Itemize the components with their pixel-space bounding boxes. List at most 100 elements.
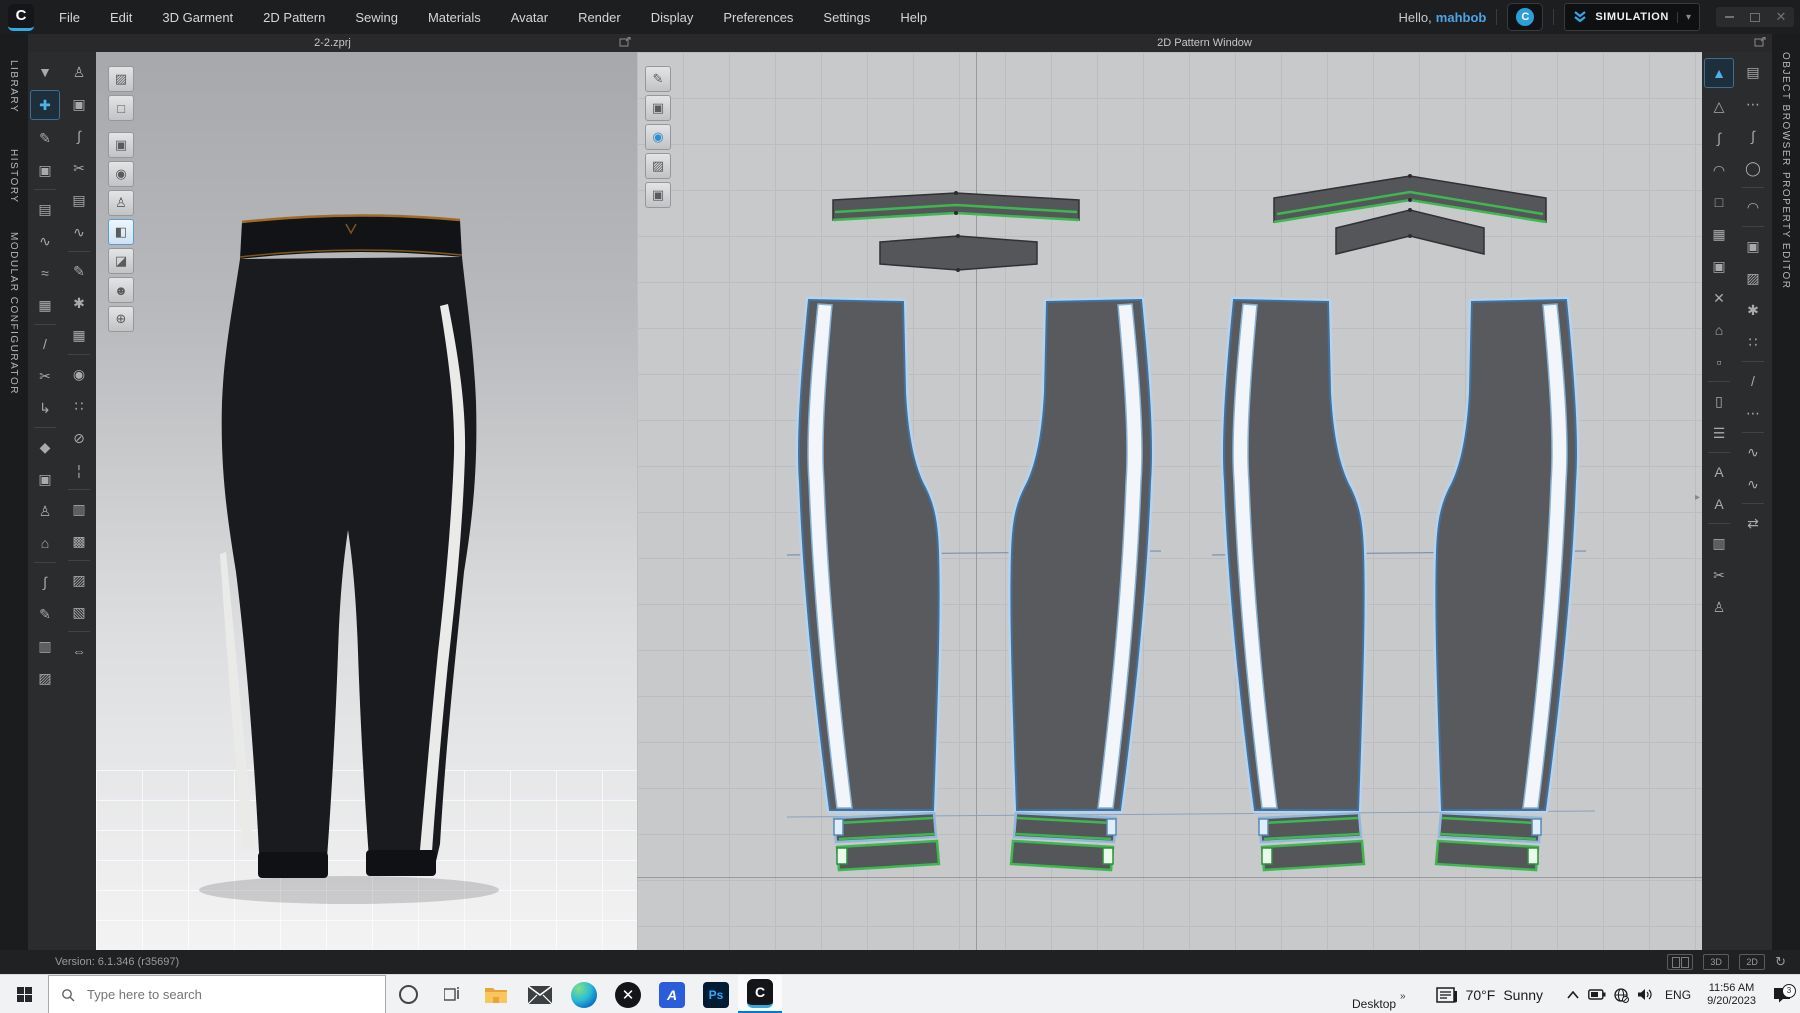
menu-item-3d-garment[interactable]: 3D Garment	[147, 0, 248, 34]
show-fabric-pile-toggle[interactable]: ▨	[108, 66, 134, 92]
search-input[interactable]	[85, 986, 329, 1003]
small-rect-tool[interactable]: ▫	[1705, 348, 1733, 376]
curve-cut-tool[interactable]: ∿	[65, 218, 93, 246]
file-explorer-button[interactable]	[474, 975, 518, 1013]
drape-garment-tool[interactable]: ▣	[31, 156, 59, 184]
sync-refresh-button[interactable]: ↻	[1775, 954, 1786, 970]
search-sew-tool[interactable]: ◯	[1739, 154, 1767, 182]
dart-cross-tool[interactable]: ✕	[1705, 284, 1733, 312]
task-view-button[interactable]	[430, 975, 474, 1013]
show-style-sphere-toggle[interactable]: ◉	[108, 161, 134, 187]
pattern-group-front[interactable]	[787, 191, 1161, 870]
pattern-2d-canvas[interactable]: ✎▣◉▨▣ ▸	[637, 52, 1702, 950]
segment-dots-tool[interactable]: ⋯	[1739, 90, 1767, 118]
pattern-2d-title-bar[interactable]: 2D Pattern Window	[637, 34, 1772, 52]
diagonal-pen-tool[interactable]: ✎	[31, 600, 59, 628]
viewport-3d-title-bar[interactable]: 2-2.zprj	[28, 34, 637, 52]
menu-item-avatar[interactable]: Avatar	[496, 0, 563, 34]
username[interactable]: mahbob	[1436, 10, 1487, 25]
menu-item-display[interactable]: Display	[636, 0, 709, 34]
restore-button[interactable]	[1742, 7, 1768, 27]
iron-press-tool[interactable]: ◠	[1739, 193, 1767, 221]
segment-sewing-tool[interactable]: ∿	[31, 227, 59, 255]
edit-pattern-pen-tool[interactable]: ✎	[645, 66, 671, 92]
trim-scissors-tool[interactable]: ✂	[31, 362, 59, 390]
show-avatar-skin-toggle[interactable]: ☻	[108, 277, 134, 303]
close-button[interactable]: ✕	[1768, 7, 1794, 27]
xbox-button[interactable]: ✕	[606, 975, 650, 1013]
simulate-tool[interactable]: ▼	[31, 58, 59, 86]
sewing-edit-tool[interactable]: ▦	[31, 291, 59, 319]
pattern-information-tool[interactable]: ◉	[645, 124, 671, 150]
show-fabric-mesh-toggle[interactable]: ◪	[108, 248, 134, 274]
menu-item-2d-pattern[interactable]: 2D Pattern	[248, 0, 340, 34]
free-sewing-tool[interactable]: ≈	[31, 259, 59, 287]
zigzag-small-tool[interactable]: ∿	[1739, 438, 1767, 466]
taskbar-clock[interactable]: 11:56 AM 9/20/2023	[1699, 982, 1764, 1008]
pattern-group-back[interactable]	[1212, 174, 1586, 870]
button-tool[interactable]: ◉	[65, 360, 93, 388]
tab-library[interactable]: LIBRARY	[8, 60, 19, 113]
menu-item-render[interactable]: Render	[563, 0, 636, 34]
ruler-vertical-tool[interactable]: ▯	[1705, 387, 1733, 415]
app-a-button[interactable]: A	[650, 975, 694, 1013]
action-center-button[interactable]: 3	[1764, 987, 1800, 1003]
waistband-front-inner[interactable]	[880, 234, 1037, 272]
buttons-grid-tool[interactable]: ∷	[1739, 328, 1767, 356]
transform-pattern-tool[interactable]: ▲	[1704, 58, 1734, 88]
menu-item-help[interactable]: Help	[885, 0, 942, 34]
view-2d-button[interactable]: 2D	[1739, 954, 1765, 970]
menu-item-preferences[interactable]: Preferences	[708, 0, 808, 34]
grading-text-tool[interactable]: A	[1705, 490, 1733, 518]
cloud-account-button[interactable]: C	[1507, 3, 1543, 31]
buttonhole-tool[interactable]: ∷	[65, 392, 93, 420]
taskbar-search[interactable]	[48, 975, 386, 1013]
edit-curvature-tool[interactable]: ∫	[1705, 124, 1733, 152]
jacket-sew-tool[interactable]: ▨	[1739, 264, 1767, 292]
tab-object-browser[interactable]: OBJECT BROWSER	[1780, 52, 1791, 167]
trace-pattern-tool[interactable]: ⌂	[1705, 316, 1733, 344]
garment-3d-render[interactable]	[96, 52, 637, 950]
chevron-down-icon[interactable]: ▾	[1677, 12, 1691, 23]
popout-window-icon[interactable]	[1754, 37, 1766, 47]
minimize-button[interactable]	[1716, 7, 1742, 27]
internal-shape-tool[interactable]: ▣	[1705, 252, 1733, 280]
weather-widget[interactable]: 70°F Sunny	[1436, 987, 1561, 1003]
fold-garment-tool[interactable]: ◆	[31, 433, 59, 461]
edit-curve-point-tool[interactable]: △	[1705, 92, 1733, 120]
waistband-front-outer[interactable]	[833, 191, 1079, 220]
photoshop-button[interactable]: Ps	[694, 975, 738, 1013]
home-reset-tool[interactable]: ⌂	[31, 529, 59, 557]
sewing-machine-tool[interactable]: ▤	[31, 195, 59, 223]
menu-item-sewing[interactable]: Sewing	[340, 0, 413, 34]
shirt-2d-tool[interactable]: ▣	[1739, 232, 1767, 260]
select-move-tool[interactable]: ✚	[30, 90, 60, 120]
pin-needle-tool[interactable]: /	[31, 330, 59, 358]
show-ghost-garment-toggle[interactable]: □	[108, 95, 134, 121]
show-environment-toggle[interactable]: ⊕	[108, 306, 134, 332]
menu-item-settings[interactable]: Settings	[808, 0, 885, 34]
flower-dart-tool[interactable]: ✱	[65, 289, 93, 317]
dashed-line-tool[interactable]: ⋯	[1739, 399, 1767, 427]
language-indicator[interactable]: ENG	[1657, 988, 1699, 1002]
pants-3d[interactable]	[222, 257, 477, 874]
fabric-flat-tool[interactable]: ▩	[65, 527, 93, 555]
popout-window-icon[interactable]	[619, 37, 631, 47]
cut-knife-tool[interactable]: ✂	[65, 154, 93, 182]
cut-sew-pattern-tool[interactable]: ✂	[1705, 561, 1733, 589]
show-avatar-toggle[interactable]: ♙	[108, 190, 134, 216]
zigzag-large-tool[interactable]: ∿	[1739, 470, 1767, 498]
puller-tool[interactable]: ⇔	[65, 637, 93, 665]
menu-item-materials[interactable]: Materials	[413, 0, 496, 34]
fabric-roll-b-tool[interactable]: ▨	[65, 566, 93, 594]
menu-item-edit[interactable]: Edit	[95, 0, 147, 34]
flatten-export-tool[interactable]: ↳	[31, 394, 59, 422]
menu-item-file[interactable]: File	[44, 0, 95, 34]
curve-sew-2d-tool[interactable]: ∫	[1739, 122, 1767, 150]
grid-pattern-tool[interactable]: ▦	[1705, 220, 1733, 248]
zip-garment-tool[interactable]: ▨	[31, 664, 59, 692]
polygon-pattern-tool[interactable]: □	[1705, 188, 1733, 216]
stripe-garment-tool[interactable]: ▥	[31, 632, 59, 660]
tab-history[interactable]: HISTORY	[8, 149, 19, 204]
slash-line-tool[interactable]: /	[1739, 367, 1767, 395]
